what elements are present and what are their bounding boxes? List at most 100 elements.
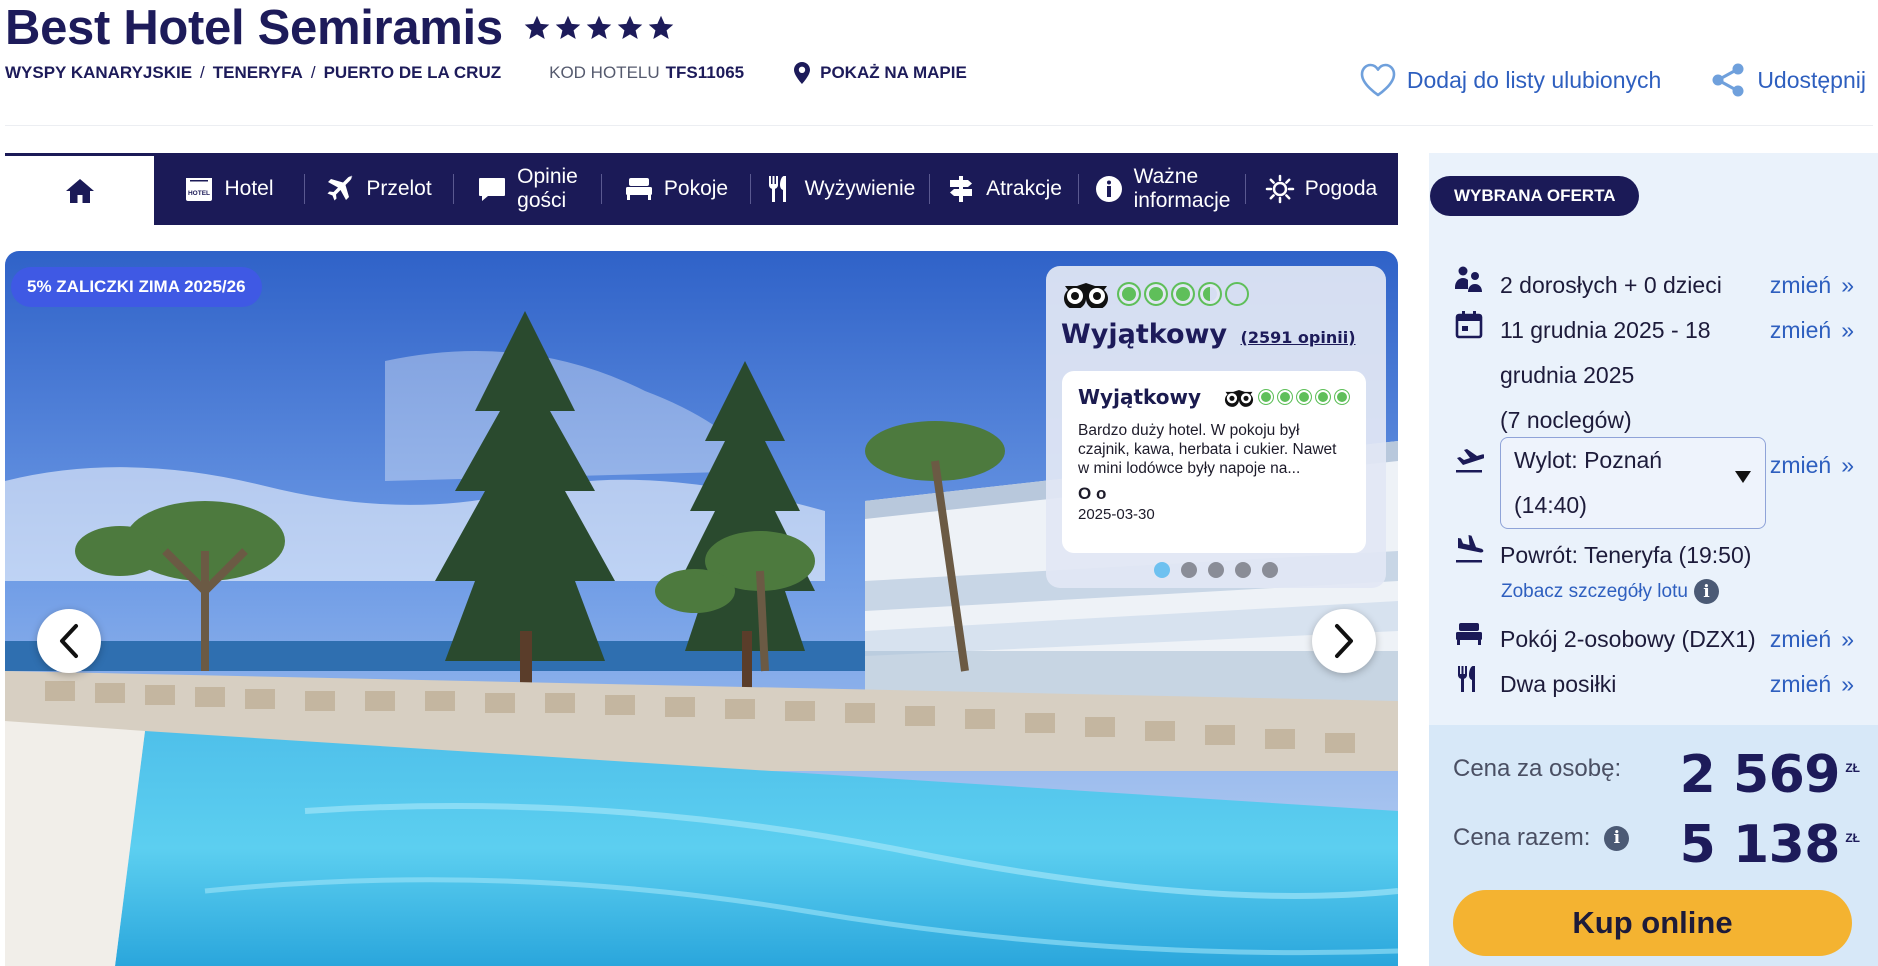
breadcrumb-item[interactable]: WYSPY KANARYJSKIE (5, 63, 192, 82)
offer-return: Powrót: Teneryfa (19:50) (1500, 542, 1752, 568)
price-currency: ZŁ (1845, 831, 1860, 845)
breadcrumb-item[interactable]: PUERTO DE LA CRUZ (324, 63, 502, 82)
signpost-icon (950, 176, 973, 202)
offer-dates-row: 11 grudnia 2025 - 18 grudnia 2025 (7 noc… (1454, 308, 1854, 443)
flight-details-label: Zobacz szczegóły lotu (1501, 580, 1688, 602)
share-button[interactable]: Udostępnij (1709, 62, 1866, 98)
review-text: Bardzo duży hotel. W pokoju był czajnik,… (1078, 422, 1337, 477)
rating-bubble (1171, 282, 1195, 306)
pagination-dot[interactable] (1235, 562, 1251, 578)
header-actions: Dodaj do listy ulubionych Udostępnij (1359, 60, 1866, 100)
people-icon (1455, 266, 1482, 292)
tab-hotel[interactable]: HOTEL Hotel (154, 153, 304, 225)
caret-down-icon (1735, 471, 1751, 483)
pagination-dot[interactable] (1181, 562, 1197, 578)
change-arrow: » (1841, 671, 1854, 697)
info-icon: i (1693, 579, 1719, 604)
price-total: 5 138 (1679, 815, 1841, 875)
comment-icon (479, 178, 506, 201)
selected-offer-badge: WYBRANA OFERTA (1430, 176, 1640, 216)
tab-label: Ważne informacje (1134, 165, 1231, 213)
tab-attractions[interactable]: Atrakcje (930, 153, 1078, 225)
heart-icon (1360, 63, 1396, 97)
tab-weather[interactable]: Pogoda (1246, 153, 1396, 225)
bed-icon (1456, 623, 1482, 645)
offer-board: Dwa posiłki (1500, 671, 1617, 697)
star-icon (586, 15, 612, 39)
change-label: zmień (1769, 317, 1832, 343)
chevron-left-icon (60, 624, 78, 658)
breadcrumb-separator: / (310, 63, 316, 82)
offer-dates-line: grudnia 2025 (1500, 362, 1635, 388)
rating-label: Wyjątkowy (1061, 319, 1228, 350)
tab-guest-reviews[interactable]: Opinie gości (454, 153, 601, 225)
tab-home[interactable] (5, 153, 154, 225)
review-title: Wyjątkowy (1078, 385, 1202, 409)
star-icon (617, 15, 643, 39)
rating-bubble (1144, 282, 1168, 306)
tab-label-line: informacje (1133, 189, 1231, 212)
tab-label: Przelot (366, 177, 432, 200)
plane-takeoff-icon (1456, 449, 1484, 473)
reviews-count-link[interactable]: (2591 opinii) (1241, 328, 1356, 347)
tab-label: Pokoje (663, 177, 729, 200)
gallery-prev-button[interactable] (37, 609, 101, 673)
tab-rooms[interactable]: Pokoje (602, 153, 750, 225)
change-departure-link[interactable]: zmień » (1770, 443, 1854, 488)
pagination-dot[interactable] (1208, 562, 1224, 578)
show-on-map-link[interactable]: POKAŻ NA MAPIE (794, 62, 967, 84)
pagination-dot[interactable] (1262, 562, 1278, 578)
rating-bubble (1258, 389, 1274, 405)
change-guests-link[interactable]: zmień » (1770, 263, 1854, 308)
tab-label: Atrakcje (986, 177, 1062, 200)
price-per-person: 2 569 (1679, 745, 1841, 805)
change-label: zmień (1769, 626, 1832, 652)
offer-return-row: Powrót: Teneryfa (19:50) (1454, 533, 1854, 578)
tab-label-line: Ważne (1133, 165, 1199, 188)
tab-flight[interactable]: Przelot (305, 153, 453, 225)
tab-label-line: Opinie (517, 165, 578, 188)
tab-board[interactable]: Wyżywienie (751, 153, 929, 225)
review-pagination (1046, 562, 1386, 578)
offer-dates-line: 11 grudnia 2025 - 18 (1500, 317, 1711, 343)
review-card[interactable]: Wyjątkowy Bardzo duży hotel. W pokoju by… (1062, 371, 1366, 553)
rating-bubble (1296, 389, 1312, 405)
flight-details-link[interactable]: Zobacz szczegóły lotu i (1501, 579, 1719, 604)
departure-value-line: Wylot: Poznań (1514, 447, 1663, 473)
offer-guests-row: 2 dorosłych + 0 dzieci zmień » (1454, 263, 1854, 308)
breadcrumb-item[interactable]: TENERYFA (213, 63, 303, 82)
rating-bubble (1315, 389, 1331, 405)
offer-board-row: Dwa posiłki zmień » (1454, 662, 1854, 707)
change-board-link[interactable]: zmień » (1770, 662, 1854, 707)
tab-label: Opinie gości (517, 165, 578, 213)
tripadvisor-owl-icon (1224, 389, 1254, 407)
offer-room: Pokój 2-osobowy (DZX1) (1500, 626, 1756, 652)
change-room-link[interactable]: zmień » (1770, 617, 1854, 662)
tab-important-info[interactable]: Ważne informacje (1079, 153, 1245, 225)
info-icon (1095, 176, 1122, 202)
hotel-icon: HOTEL (186, 178, 213, 201)
add-to-favorites-button[interactable]: Dodaj do listy ulubionych (1359, 62, 1661, 98)
change-dates-link[interactable]: zmień » (1770, 308, 1854, 353)
buy-online-button[interactable]: Kup online (1453, 890, 1852, 956)
offer-room-row: Pokój 2-osobowy (DZX1) zmień » (1454, 617, 1854, 662)
departure-value-line: (14:40) (1514, 492, 1587, 518)
change-label: zmień (1769, 272, 1832, 298)
review-rating (1223, 387, 1350, 407)
tab-label: Wyżywienie (804, 177, 916, 200)
price-total-label-group: Cena razem: i (1453, 824, 1630, 852)
plane-icon (327, 175, 354, 201)
cutlery-icon (1458, 666, 1475, 692)
bed-icon (625, 178, 652, 200)
share-label: Udostępnij (1757, 66, 1866, 93)
plane-landing-icon (1456, 535, 1484, 563)
sun-icon (1265, 174, 1295, 204)
price-info-icon[interactable]: i (1604, 825, 1630, 851)
rating-bubble (1334, 389, 1350, 405)
calendar-icon (1455, 311, 1483, 339)
departure-select[interactable]: Wylot: Poznań (14:40) (1500, 437, 1766, 529)
hotel-subheader: WYSPY KANARYJSKIE / TENERYFA / PUERTO DE LA … (5, 60, 967, 86)
pagination-dot[interactable] (1154, 562, 1170, 578)
gallery-next-button[interactable] (1312, 609, 1376, 673)
change-label: zmień (1769, 671, 1832, 697)
